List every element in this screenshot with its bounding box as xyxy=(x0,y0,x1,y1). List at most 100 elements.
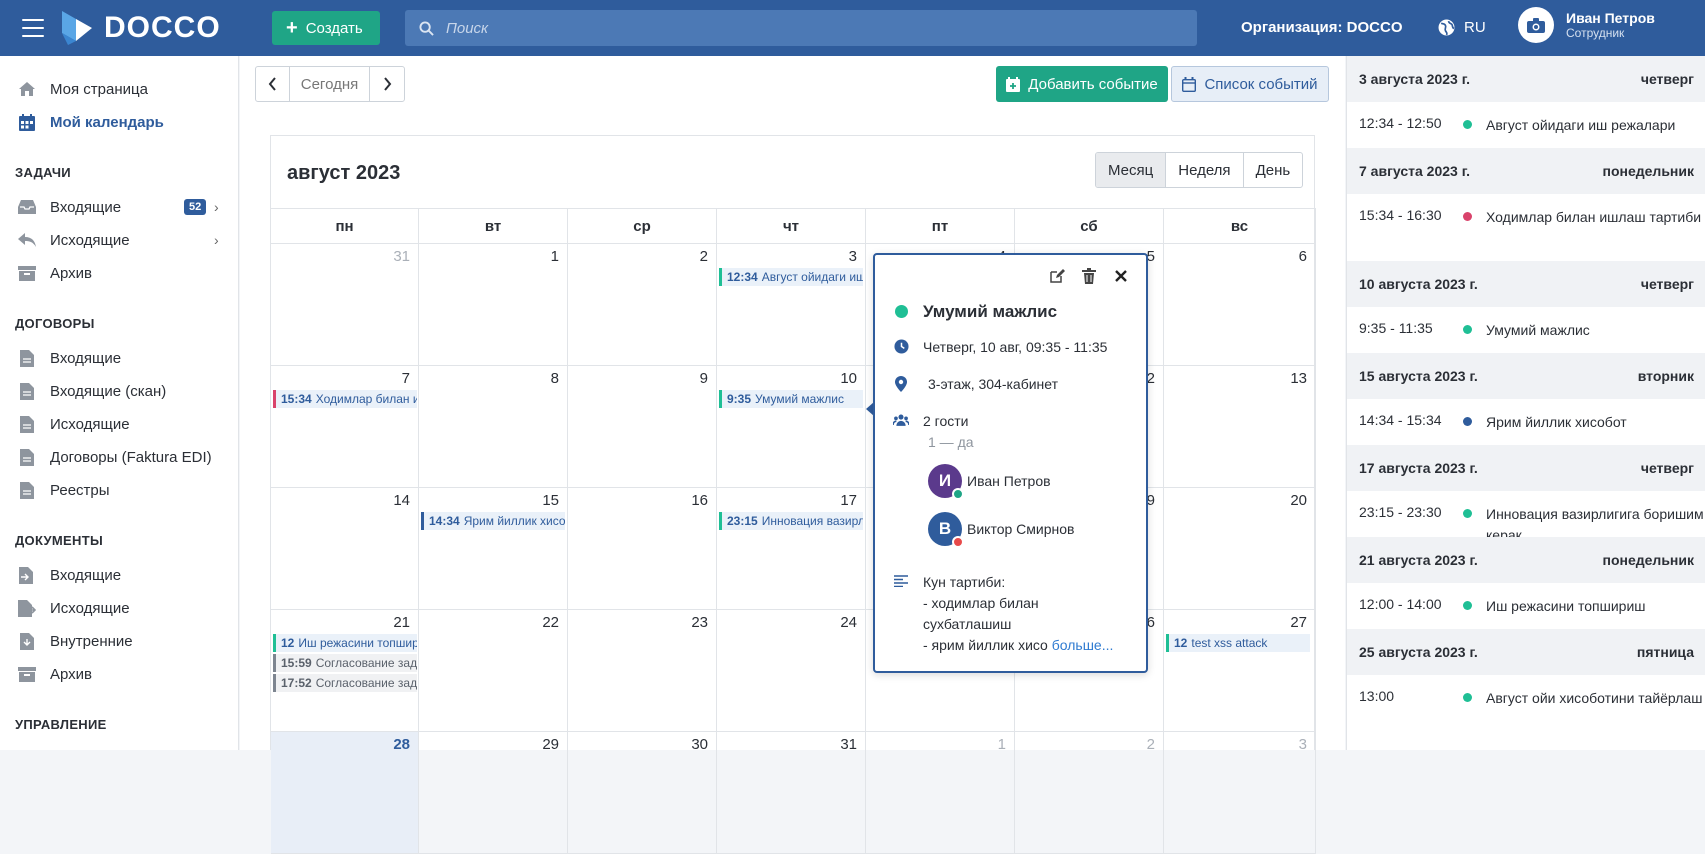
day-cell[interactable]: 1 xyxy=(866,732,1015,854)
event-title: Ходимлар билан ишлаш тартиби xyxy=(315,392,417,406)
prev-button[interactable] xyxy=(256,67,290,101)
sidebar-item-contracts-outgoing[interactable]: Исходящие xyxy=(18,413,130,435)
calendar-event[interactable]: 14:34Ярим йиллик хисобот xyxy=(421,512,565,530)
agenda-event[interactable]: 14:34 - 15:34 Ярим йиллик хисобот xyxy=(1359,412,1705,433)
agenda-event[interactable]: 13:00 Август ойи хисоботини тайёрлаш xyxy=(1359,688,1705,709)
sidebar-item-tasks-inbox[interactable]: Входящие xyxy=(18,196,121,218)
day-cell[interactable]: 21 12Иш режасини топшириш 15:59Согласовани… xyxy=(271,610,419,732)
day-cell[interactable]: 29 xyxy=(419,732,568,854)
day-cell[interactable]: 24 xyxy=(717,610,866,732)
day-cell[interactable]: 8 xyxy=(419,366,568,488)
next-button[interactable] xyxy=(370,67,404,101)
file-icon xyxy=(18,448,36,466)
day-cell[interactable]: 10 9:35 Умумий мажлис xyxy=(717,366,866,488)
guest-item[interactable]: В Виктор Смирнов xyxy=(928,512,1074,548)
today-button[interactable]: Сегодня xyxy=(290,67,370,101)
sidebar-item-contracts-inbox[interactable]: Входящие xyxy=(18,347,121,369)
chevron-right-icon[interactable]: › xyxy=(214,232,219,248)
more-link[interactable]: больше... xyxy=(1052,637,1114,653)
language-switcher[interactable]: RU xyxy=(1438,19,1486,36)
edit-icon[interactable] xyxy=(1048,267,1066,285)
day-cell[interactable]: 7 15:34Ходимлар билан ишлаш тартиби xyxy=(271,366,419,488)
sidebar-item-tasks-outgoing[interactable]: Исходящие xyxy=(18,229,130,251)
organization-label[interactable]: Организация: DOCCO xyxy=(1241,19,1403,36)
menu-icon[interactable] xyxy=(22,19,44,37)
users-icon xyxy=(893,413,909,427)
sidebar-item-contracts-faktura[interactable]: Договоры (Faktura EDI) xyxy=(18,446,212,468)
day-cell[interactable]: 31 xyxy=(717,732,866,854)
day-cell[interactable]: 2 xyxy=(568,244,717,366)
guest-item[interactable]: И Иван Петров xyxy=(928,464,1051,500)
sidebar-item-contracts-registries[interactable]: Реестры xyxy=(18,479,110,501)
calendar-event[interactable]: 23:15Инновация вазирлигига боришим керак xyxy=(719,512,863,530)
archive-icon xyxy=(18,665,36,683)
day-cell[interactable]: 22 xyxy=(419,610,568,732)
event-list-button[interactable]: Список событий xyxy=(1171,66,1329,102)
calendar-event[interactable]: 9:35 Умумий мажлис xyxy=(719,390,863,408)
day-cell[interactable]: 15 14:34Ярим йиллик хисобот xyxy=(419,488,568,610)
agenda-line: - ходимлар билан xyxy=(923,595,1039,611)
calendar-event[interactable]: 12Иш режасини топшириш xyxy=(273,634,417,652)
sidebar-item-my-page[interactable]: Моя страница xyxy=(18,78,148,100)
home-icon xyxy=(18,80,36,98)
day-cell[interactable]: 14 xyxy=(271,488,419,610)
view-month-button[interactable]: Месяц xyxy=(1096,153,1167,187)
sidebar-item-documents-internal[interactable]: Внутренние xyxy=(18,630,133,652)
sidebar-item-my-calendar[interactable]: Мой календарь xyxy=(18,111,164,133)
sidebar-item-label: Входящие (скан) xyxy=(50,382,167,400)
day-cell[interactable]: 13 xyxy=(1164,366,1316,488)
day-cell[interactable]: 27 12 test xss attack xyxy=(1164,610,1316,732)
weekday-header: пт xyxy=(866,208,1015,244)
search-input[interactable]: Поиск xyxy=(405,10,1197,46)
calendar-icon xyxy=(18,113,36,131)
trash-icon[interactable] xyxy=(1080,267,1098,285)
agenda-event-title: Умумий мажлис xyxy=(1486,322,1590,338)
inbox-icon xyxy=(18,198,36,216)
calendar-event[interactable]: 17:52Согласование задачи xyxy=(273,674,417,692)
file-in-icon xyxy=(18,566,36,584)
logo[interactable]: DOCCO xyxy=(58,8,221,48)
sidebar-item-documents-archive[interactable]: Архив xyxy=(18,663,92,685)
sidebar-item-contracts-scan[interactable]: Входящие (скан) xyxy=(18,380,166,402)
sidebar-item-tasks-archive[interactable]: Архив xyxy=(18,262,92,284)
day-cell[interactable]: 2 xyxy=(1015,732,1164,854)
day-cell[interactable]: 28 xyxy=(271,732,419,854)
day-cell[interactable]: 17 23:15Инновация вазирлигига боришим кер… xyxy=(717,488,866,610)
day-cell[interactable]: 3 12:34Август ойидаги иш режалари xyxy=(717,244,866,366)
day-cell[interactable]: 16 xyxy=(568,488,717,610)
sidebar-item-documents-outgoing[interactable]: Исходящие xyxy=(18,597,130,619)
day-cell[interactable]: 20 xyxy=(1164,488,1316,610)
calendar-event[interactable]: 12:34Август ойидаги иш режалари xyxy=(719,268,863,286)
close-icon[interactable] xyxy=(1112,267,1130,285)
day-number: 15 xyxy=(542,492,559,509)
agenda-event-time: 13:00 xyxy=(1359,688,1395,704)
agenda-event[interactable]: 15:34 - 16:30 Ходимлар билан ишлаш тартиб… xyxy=(1359,207,1705,228)
agenda-event[interactable]: 9:35 - 11:35 Умумий мажлис xyxy=(1359,320,1705,341)
file-out-icon xyxy=(18,599,36,617)
add-event-button[interactable]: Добавить событие xyxy=(996,66,1168,102)
day-number: 29 xyxy=(542,736,559,753)
day-cell[interactable]: 31 xyxy=(271,244,419,366)
calendar-event[interactable]: 12 test xss attack xyxy=(1166,634,1310,652)
calendar-event[interactable]: 15:59Согласование задачи xyxy=(273,654,417,672)
day-cell[interactable]: 6 xyxy=(1164,244,1316,366)
user-menu[interactable]: Иван Петров Сотрудник xyxy=(1518,7,1655,43)
day-cell[interactable]: 30 xyxy=(568,732,717,854)
agenda-event[interactable]: 12:34 - 12:50 Август ойидаги иш режалари xyxy=(1359,115,1705,136)
day-cell[interactable]: 23 xyxy=(568,610,717,732)
sidebar-item-documents-inbox[interactable]: Входящие xyxy=(18,564,121,586)
day-number: 17 xyxy=(840,492,857,509)
agenda-date-header: 3 августа 2023 г. четверг xyxy=(1347,56,1705,102)
search-icon xyxy=(419,20,434,36)
day-cell[interactable]: 1 xyxy=(419,244,568,366)
day-cell[interactable]: 3 xyxy=(1164,732,1316,854)
create-label: Создать xyxy=(305,19,363,37)
calendar-event[interactable]: 15:34Ходимлар билан ишлаш тартиби xyxy=(273,390,417,408)
popup-guests-row: 2 гости xyxy=(893,413,969,429)
view-week-button[interactable]: Неделя xyxy=(1166,153,1244,187)
day-cell[interactable]: 9 xyxy=(568,366,717,488)
create-button[interactable]: + Создать xyxy=(272,11,380,45)
view-day-button[interactable]: День xyxy=(1244,153,1303,187)
chevron-right-icon[interactable]: › xyxy=(214,199,219,215)
agenda-event[interactable]: 12:00 - 14:00 Иш режасини топшириш xyxy=(1359,596,1705,617)
